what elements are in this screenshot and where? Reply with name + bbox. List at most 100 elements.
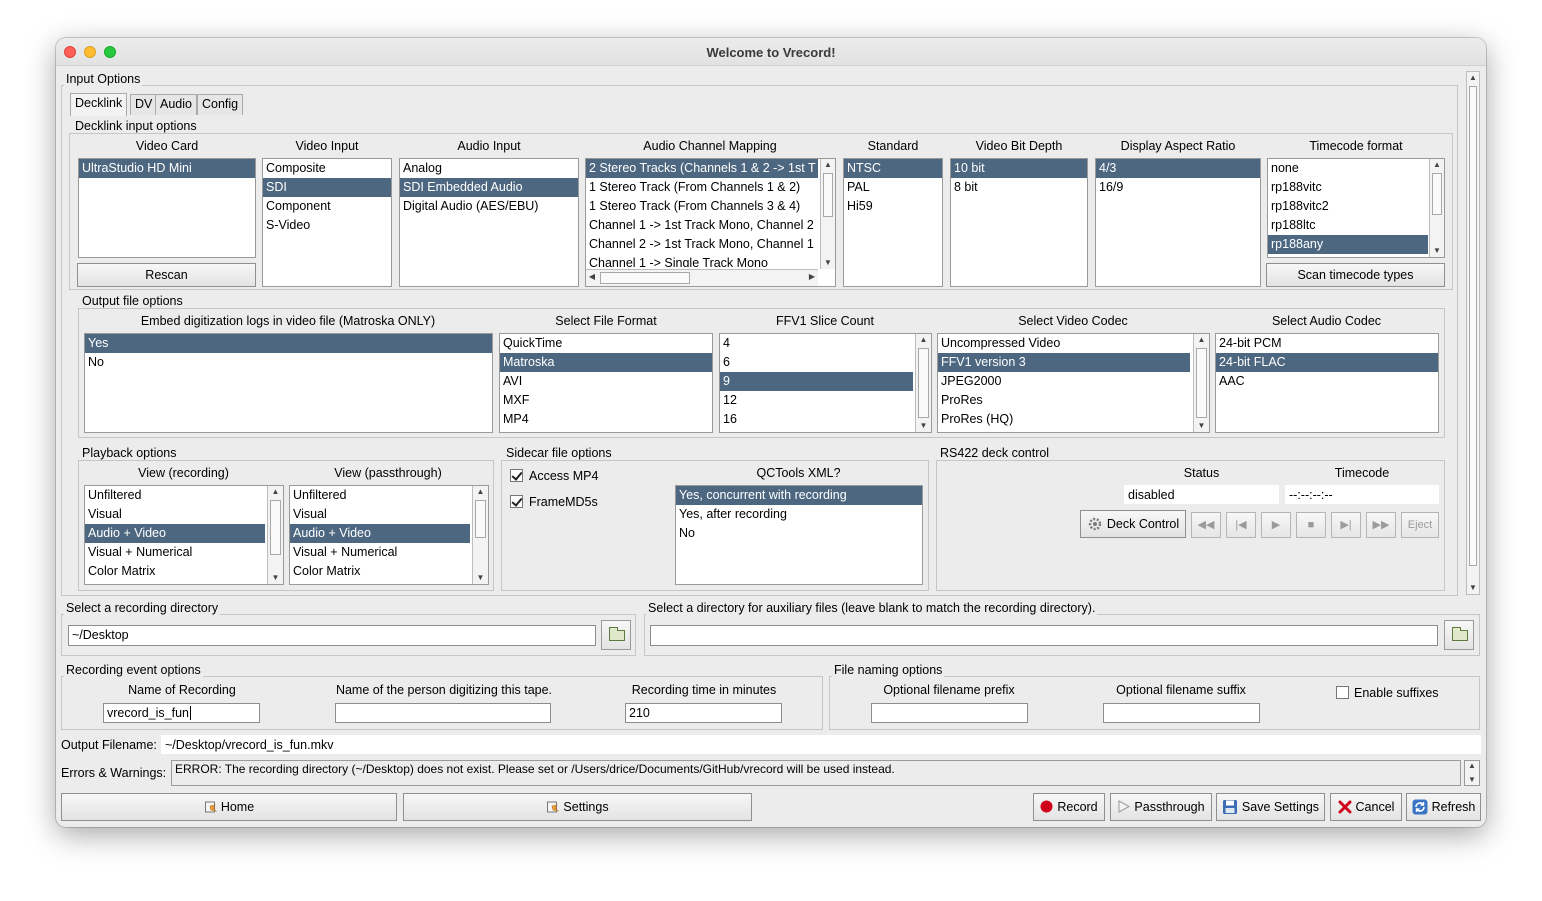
scroll-up-arrow-icon[interactable]: ▲ [821,159,835,171]
scroll-thumb[interactable] [270,500,281,555]
tab-config[interactable]: Config [197,94,244,115]
list-item[interactable]: UltraStudio HD Mini [79,159,255,178]
scroll-up-arrow-icon[interactable]: ▲ [1430,159,1444,171]
scroll-down-arrow-icon[interactable]: ▼ [1467,582,1479,594]
list-item[interactable]: 8 bit [951,178,1087,197]
scroll-up-arrow-icon[interactable]: ▲ [916,334,931,346]
display-aspect-ratio-list[interactable]: 4/3 16/9 [1095,158,1261,287]
scroll-down-arrow-icon[interactable]: ▼ [1194,420,1209,432]
access-mp4-checkbox[interactable] [510,469,523,482]
main-vertical-scrollbar[interactable]: ▲ ▼ [1466,71,1480,595]
list-item[interactable]: MP4 [500,410,712,429]
record-button[interactable]: Record [1033,793,1105,821]
list-item[interactable]: Yes, after recording [676,505,922,524]
filename-suffix-input[interactable] [1103,703,1260,723]
view-recording-list[interactable]: Unfiltered Visual Audio + Video Visual + Nu… [84,485,284,585]
tab-dv[interactable]: DV [130,94,158,115]
scroll-thumb[interactable] [475,500,486,538]
audio-codec-list[interactable]: 24-bit PCM 24-bit FLAC AAC [1215,333,1439,433]
list-item[interactable]: SDI Embedded Audio [400,178,578,197]
list-item[interactable]: Yes, concurrent with recording [676,486,922,505]
video-card-list[interactable]: UltraStudio HD Mini [78,158,256,258]
recording-name-input[interactable]: vrecord_is_fun [103,703,260,723]
ffv1-slice-count-list[interactable]: 4 6 9 12 16 ▲ ▼ [719,333,932,433]
list-item[interactable]: ProRes [938,391,1190,410]
list-item[interactable]: Color Matrix [290,562,470,581]
scroll-thumb[interactable] [823,173,833,217]
scroll-up-arrow-icon[interactable]: ▲ [1194,334,1209,346]
list-item[interactable]: 10 bit [951,159,1087,178]
scroll-up-arrow-icon[interactable]: ▲ [1467,72,1479,84]
errors-vscroll[interactable]: ▲ ▼ [1464,760,1480,786]
list-item[interactable]: Unfiltered [290,486,470,505]
scroll-thumb[interactable] [600,272,690,284]
scroll-thumb[interactable] [1469,86,1477,566]
list-item[interactable]: MXF [500,391,712,410]
audio-input-list[interactable]: Analog SDI Embedded Audio Digital Audio (A… [399,158,579,287]
list-item[interactable]: rp188vitc [1268,178,1428,197]
list-item[interactable]: QuickTime [500,334,712,353]
list-item[interactable]: JPEG2000 [938,372,1190,391]
file-format-list[interactable]: QuickTime Matroska AVI MXF MP4 [499,333,713,433]
list-item[interactable]: Analog [400,159,578,178]
scroll-down-arrow-icon[interactable]: ▼ [821,257,835,269]
scroll-up-arrow-icon[interactable]: ▲ [473,486,488,498]
list-item[interactable]: 9 [720,372,913,391]
eject-button[interactable]: Eject [1401,512,1439,538]
scroll-thumb[interactable] [918,348,929,418]
scroll-down-arrow-icon[interactable]: ▼ [473,572,488,584]
list-item[interactable]: Visual + Numerical [85,543,265,562]
home-button[interactable]: Home [61,793,397,821]
scroll-thumb[interactable] [1432,173,1442,215]
framemd5s-checkbox[interactable] [510,495,523,508]
list-item[interactable]: 4/3 [1096,159,1260,178]
list-item[interactable]: Channel 1 -> 1st Track Mono, Channel 2 [586,216,818,235]
list-item[interactable]: Channel 2 -> 1st Track Mono, Channel 1 [586,235,818,254]
list-item[interactable]: Composite [263,159,391,178]
list-item[interactable]: rp188vitc2 [1268,197,1428,216]
play-button[interactable]: ▶ [1261,512,1291,538]
list-item[interactable]: AVI [500,372,712,391]
list-item[interactable]: Channel 1 -> Single Track Mono [586,254,818,267]
list-item[interactable]: 1 Stereo Track (From Channels 3 & 4) [586,197,818,216]
scroll-up-arrow-icon[interactable]: ▲ [268,486,283,498]
tab-audio[interactable]: Audio [155,94,197,115]
qctools-list[interactable]: Yes, concurrent with recording Yes, after… [675,485,923,585]
cancel-button[interactable]: Cancel [1330,793,1402,821]
recording-directory-browse-button[interactable] [601,620,631,650]
list-item[interactable]: 4 [720,334,913,353]
scroll-thumb[interactable] [1196,348,1207,418]
list-item[interactable]: PAL [844,178,942,197]
list-item[interactable]: none [1268,159,1428,178]
list-item[interactable]: 2 Stereo Tracks (Channels 1 & 2 -> 1st T [586,159,818,178]
list-item[interactable]: AAC [1216,372,1438,391]
recording-time-input[interactable]: 210 [625,703,782,723]
list-item[interactable]: 16/9 [1096,178,1260,197]
next-button[interactable]: ▶| [1331,512,1361,538]
list-item[interactable]: Yes [85,334,492,353]
standard-list[interactable]: NTSC PAL Hi59 [843,158,943,287]
passthrough-button[interactable]: Passthrough [1110,793,1212,821]
fast-forward-button[interactable]: ▶▶ [1366,512,1396,538]
list-item[interactable]: Visual + Numerical [290,543,470,562]
list-item[interactable]: No [676,524,922,543]
scroll-left-arrow-icon[interactable]: ◀ [586,270,598,286]
scroll-down-arrow-icon[interactable]: ▼ [916,420,931,432]
ffv1-slice-count-vscroll[interactable]: ▲ ▼ [915,334,931,432]
list-item[interactable]: NTSC [844,159,942,178]
list-item[interactable]: Component [263,197,391,216]
digitizer-name-input[interactable] [335,703,551,723]
video-input-list[interactable]: Composite SDI Component S-Video [262,158,392,287]
scroll-up-arrow-icon[interactable]: ▲ [1465,761,1479,771]
timecode-format-vscroll[interactable]: ▲ ▼ [1429,159,1444,257]
refresh-button[interactable]: Refresh [1406,793,1481,821]
aux-directory-input[interactable] [650,625,1438,646]
list-item[interactable]: rp188ltc [1268,216,1428,235]
list-item[interactable]: 24-bit PCM [1216,334,1438,353]
scroll-down-arrow-icon[interactable]: ▼ [1465,775,1479,785]
list-item[interactable]: SDI [263,178,391,197]
scroll-down-arrow-icon[interactable]: ▼ [268,572,283,584]
list-item[interactable]: Audio + Video [85,524,265,543]
list-item[interactable]: Uncompressed Video [938,334,1190,353]
list-item[interactable]: Audio + Video [290,524,470,543]
